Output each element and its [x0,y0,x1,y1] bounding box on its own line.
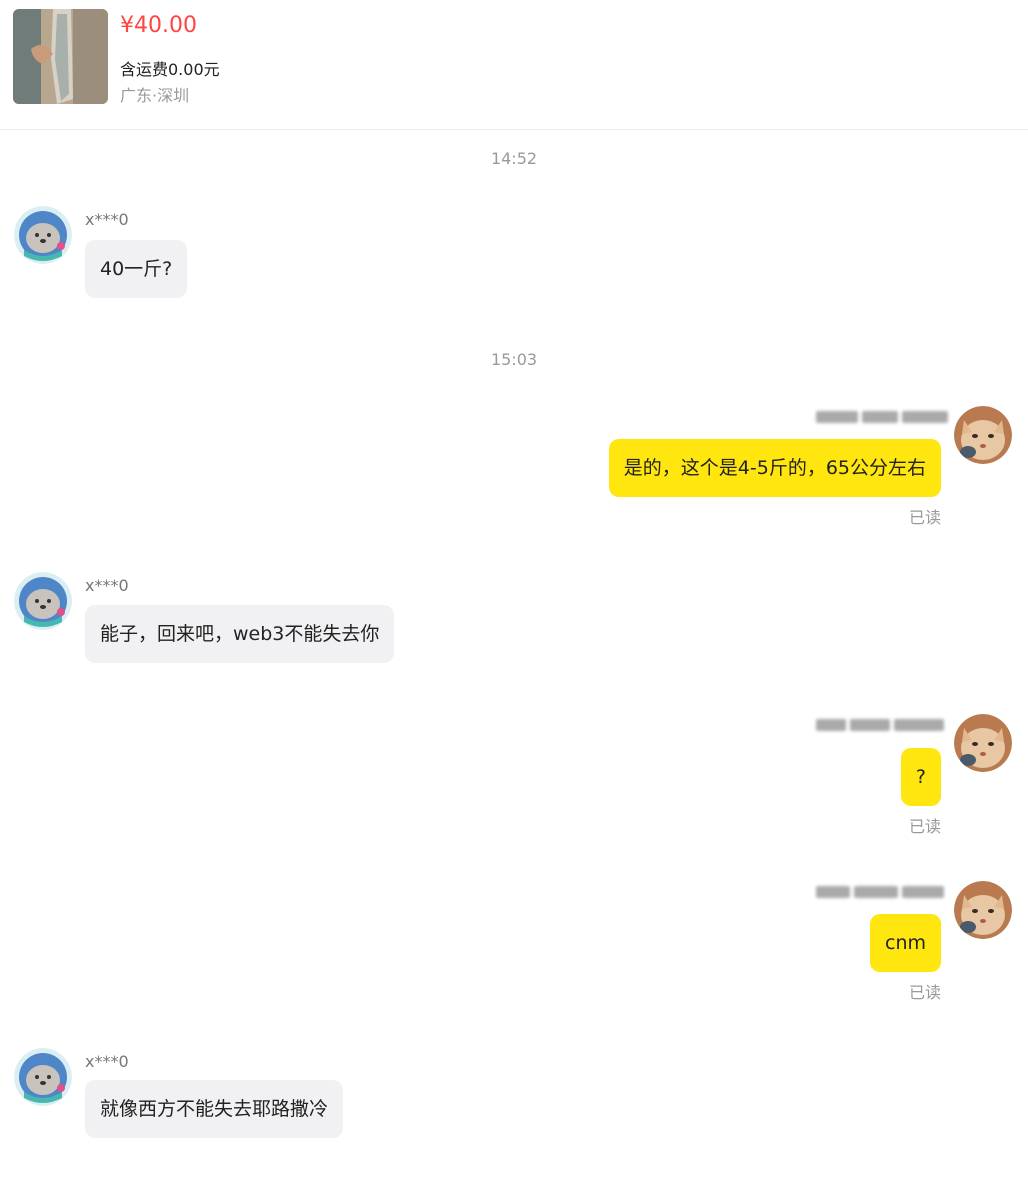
other-user-avatar[interactable] [14,206,72,264]
message-bubble-outgoing[interactable]: cnm [870,914,941,972]
seal-avatar-icon [14,206,72,264]
my-username-blurred [816,717,944,733]
my-avatar[interactable] [954,406,1012,464]
my-avatar[interactable] [954,881,1012,939]
read-status: 已读 [908,983,941,1002]
product-thumbnail[interactable] [13,9,108,104]
product-price: ¥40.00 [120,13,197,38]
cat-avatar-icon [954,714,1012,772]
other-username: x***0 [85,210,129,229]
product-location: 广东·深圳 [120,86,190,105]
other-user-avatar[interactable] [14,572,72,630]
message-bubble-incoming[interactable]: 40一斤? [85,240,188,298]
other-username: x***0 [85,1052,129,1071]
message-bubble-outgoing[interactable]: 是的，这个是4-5斤的，65公分左右 [608,439,941,497]
header-divider [0,129,1028,130]
seal-avatar-icon [14,572,72,630]
cat-avatar-icon [954,406,1012,464]
cat-avatar-icon [954,881,1012,939]
other-user-avatar[interactable] [14,1048,72,1106]
my-username-blurred [816,884,944,900]
timestamp: 14:52 [490,149,538,168]
message-bubble-incoming[interactable]: 能子，回来吧，web3不能失去你 [85,605,395,663]
message-bubble-outgoing[interactable]: ? [900,748,941,806]
my-avatar[interactable] [954,714,1012,772]
seal-avatar-icon [14,1048,72,1106]
timestamp: 15:03 [490,350,538,369]
message-bubble-incoming[interactable]: 就像西方不能失去耶路撒冷 [85,1080,344,1138]
shipping-fee: 含运费0.00元 [120,60,220,79]
other-username: x***0 [85,576,129,595]
read-status: 已读 [908,817,941,836]
my-username-blurred [816,409,948,425]
read-status: 已读 [908,508,941,527]
